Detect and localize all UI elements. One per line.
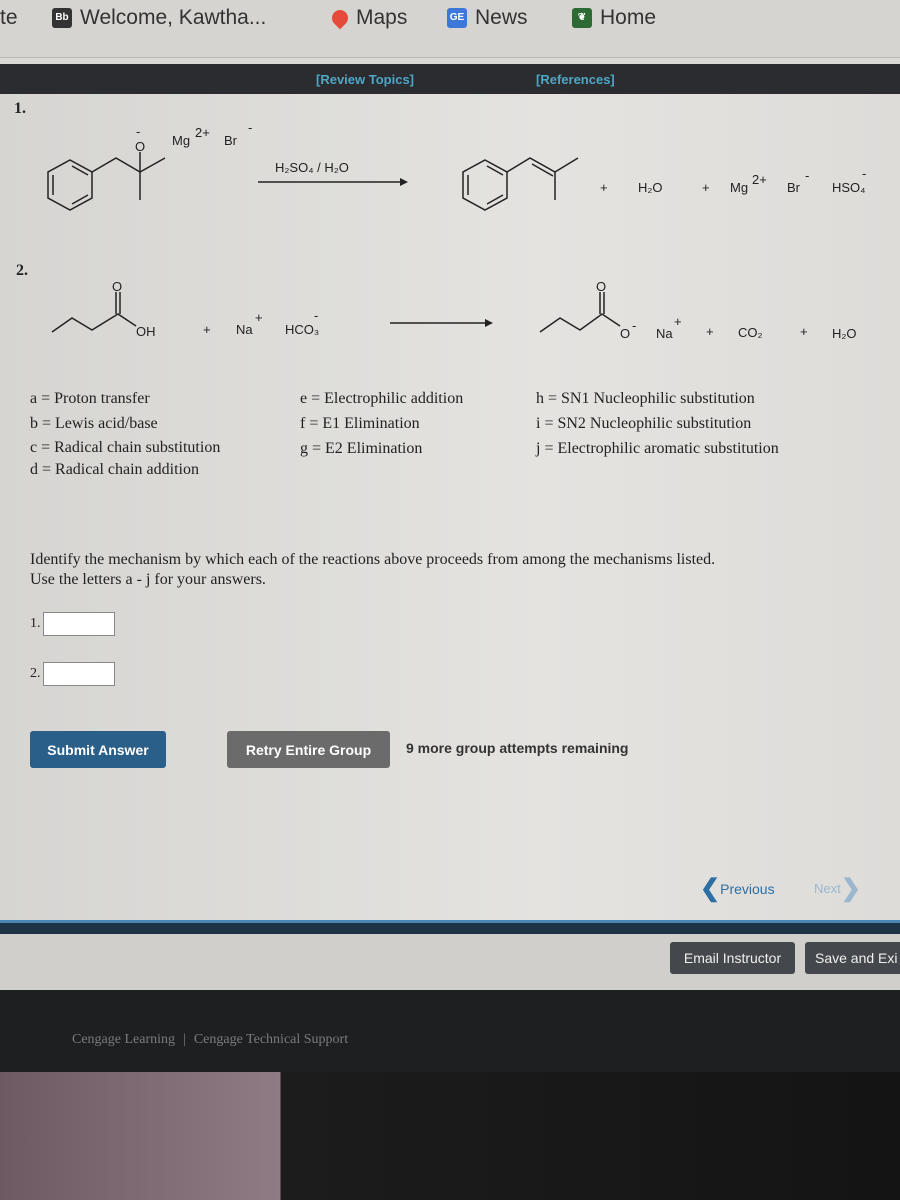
svg-text:Br: Br — [224, 133, 238, 148]
divider — [0, 920, 900, 934]
svg-text:HSO₄: HSO₄ — [832, 180, 865, 195]
svg-text:-: - — [314, 308, 318, 323]
svg-text:O: O — [112, 279, 122, 294]
benzene-ring — [462, 159, 508, 211]
svg-text:+: + — [674, 314, 682, 329]
svg-text:Na: Na — [236, 322, 253, 337]
answer-row-2: 2. — [30, 662, 115, 686]
svg-text:Na: Na — [656, 326, 673, 341]
svg-text:-: - — [248, 120, 252, 135]
svg-text:Mg: Mg — [730, 180, 748, 195]
svg-text:-: - — [805, 168, 809, 183]
chevron-left-icon: ❮ — [700, 875, 721, 902]
benzene-ring — [47, 159, 93, 211]
svg-text:Mg: Mg — [172, 133, 190, 148]
chevron-right-icon: ❯ — [840, 875, 861, 902]
svg-text:H₂O: H₂O — [832, 326, 857, 341]
svg-text:O: O — [596, 279, 606, 294]
retry-entire-group-button[interactable]: Retry Entire Group — [227, 731, 390, 768]
svg-text:CO₂: CO₂ — [738, 325, 763, 340]
question-text: Identify the mechanism by which each of … — [30, 551, 716, 588]
svg-text:+: + — [600, 180, 608, 195]
svg-text:-: - — [862, 166, 866, 181]
reaction-scheme: O - Mg 2+ Br - H₂SO₄ / H₂O + H₂O + Mg 2+… — [47, 120, 866, 341]
svg-text:+: + — [203, 322, 211, 337]
reagent-label: H₂SO₄ / H₂O — [275, 160, 349, 175]
mechanism-list-1: a = Proton transfer b = Lewis acid/base … — [30, 390, 221, 478]
previous-button[interactable]: ❮ Previous — [700, 874, 775, 903]
answer-input-1[interactable] — [42, 612, 115, 636]
answer-row-1: 1. — [30, 612, 115, 636]
attempts-remaining: 9 more group attempts remaining — [406, 740, 629, 756]
svg-text:+: + — [800, 324, 808, 339]
svg-text:O: O — [135, 139, 145, 154]
svg-text:+: + — [255, 310, 263, 325]
submit-answer-button[interactable]: Submit Answer — [30, 731, 166, 768]
svg-text:HCO₃: HCO₃ — [285, 322, 319, 337]
svg-text:2+: 2+ — [752, 172, 767, 187]
background-area — [0, 1072, 900, 1200]
email-instructor-button[interactable]: Email Instructor — [670, 942, 795, 974]
svg-text:O: O — [620, 326, 630, 341]
svg-text:+: + — [706, 324, 714, 339]
svg-text:H₂O: H₂O — [638, 180, 663, 195]
mechanism-list-3: h = SN1 Nucleophilic substitution i = SN… — [536, 390, 779, 457]
mechanism-list-2: e = Electrophilic addition f = E1 Elimin… — [300, 390, 464, 457]
svg-text:OH: OH — [136, 324, 156, 339]
svg-text:-: - — [136, 124, 140, 139]
next-button[interactable]: Next ❯ — [814, 874, 861, 903]
svg-text:+: + — [702, 180, 710, 195]
footer: Cengage Learning | Cengage Technical Sup… — [0, 990, 900, 1072]
cengage-learning-link[interactable]: Cengage Learning — [72, 1032, 175, 1048]
svg-text:-: - — [632, 318, 636, 333]
answer-input-2[interactable] — [42, 662, 115, 686]
svg-text:Br: Br — [787, 180, 801, 195]
svg-text:2+: 2+ — [195, 125, 210, 140]
technical-support-link[interactable]: Cengage Technical Support — [194, 1032, 348, 1048]
save-and-exit-button[interactable]: Save and Exi — [805, 942, 900, 974]
